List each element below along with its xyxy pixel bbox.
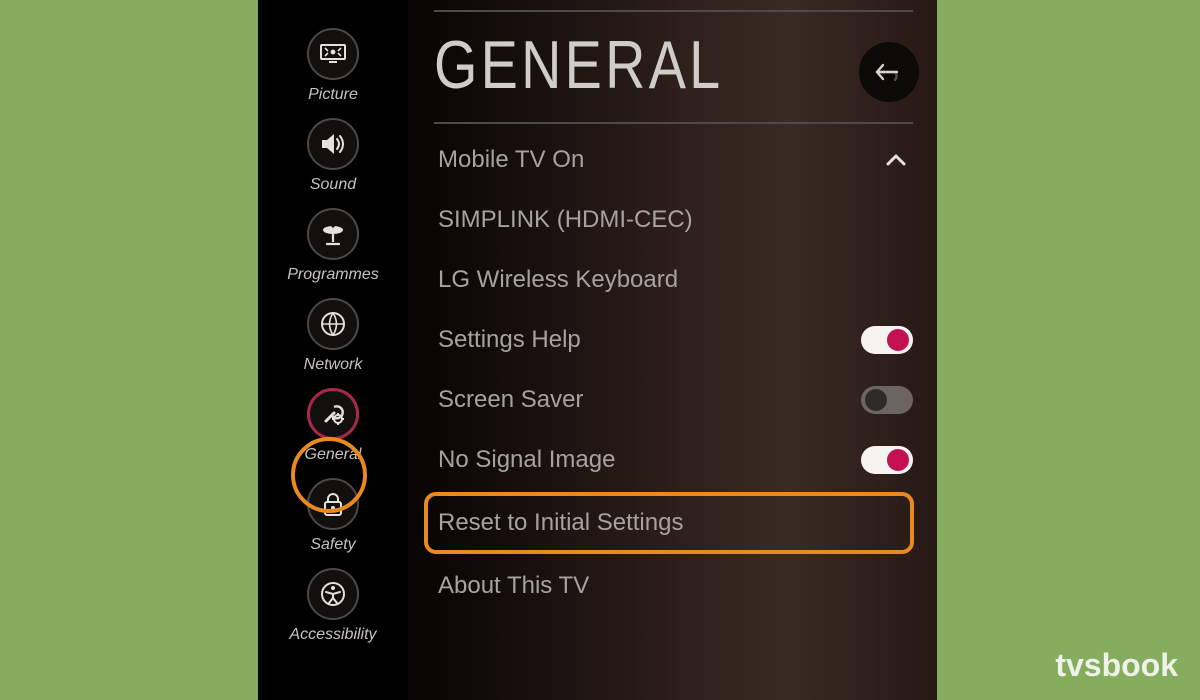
row-screen-saver[interactable]: Screen Saver [428,370,913,430]
row-label: Reset to Initial Settings [438,509,683,537]
sidebar-item-picture[interactable]: Picture [307,28,359,104]
row-no-signal-image[interactable]: No Signal Image [428,430,913,490]
wrench-gear-icon [307,388,359,440]
settings-panel: Picture Sound Programmes Network General [258,0,937,700]
sidebar-label: Safety [310,536,355,554]
row-settings-help[interactable]: Settings Help [428,310,913,370]
toggle-no-signal-image[interactable] [861,446,913,474]
row-mobile-tv-on[interactable]: Mobile TV On [428,130,913,190]
sidebar-label: Picture [308,86,358,104]
page-title: GENERAL [434,26,827,104]
row-label: Settings Help [438,326,581,354]
divider [434,10,913,12]
row-label: LG Wireless Keyboard [438,266,678,294]
sidebar-label: General [305,446,362,464]
row-simplink[interactable]: SIMPLINK (HDMI-CEC) [428,190,913,250]
settings-content: GENERAL Mobile TV On SIMPLINK (HDMI-CEC)… [428,0,937,700]
row-label: No Signal Image [438,446,615,474]
row-label: About This TV [438,572,589,600]
sidebar-item-programmes[interactable]: Programmes [287,208,379,284]
toggle-settings-help[interactable] [861,326,913,354]
watermark: tvsbook [1055,647,1178,684]
sidebar-item-safety[interactable]: Safety [307,478,359,554]
row-lg-wireless-keyboard[interactable]: LG Wireless Keyboard [428,250,913,310]
picture-icon [307,28,359,80]
sidebar-item-network[interactable]: Network [304,298,363,374]
back-button[interactable] [859,42,919,102]
sidebar-label: Network [304,356,363,374]
sidebar-label: Sound [310,176,356,194]
sidebar-label: Programmes [287,266,379,284]
back-arrow-icon [875,61,903,83]
sidebar-label: Accessibility [289,626,376,644]
row-label: SIMPLINK (HDMI-CEC) [438,206,693,234]
row-reset-to-initial[interactable]: Reset to Initial Settings [428,490,913,556]
lock-icon [307,478,359,530]
sidebar-item-general[interactable]: General [305,388,362,464]
sidebar-item-accessibility[interactable]: Accessibility [289,568,376,644]
divider [434,122,913,124]
accessibility-icon [307,568,359,620]
settings-sidebar: Picture Sound Programmes Network General [258,0,408,700]
satellite-icon [307,208,359,260]
sidebar-item-sound[interactable]: Sound [307,118,359,194]
sound-icon [307,118,359,170]
settings-list: Mobile TV On SIMPLINK (HDMI-CEC) LG Wire… [428,130,913,616]
chevron-up-icon [885,153,907,167]
globe-icon [307,298,359,350]
row-about-this-tv[interactable]: About This TV [428,556,913,616]
toggle-screen-saver[interactable] [861,386,913,414]
row-label: Screen Saver [438,386,583,414]
row-label: Mobile TV On [438,146,584,174]
